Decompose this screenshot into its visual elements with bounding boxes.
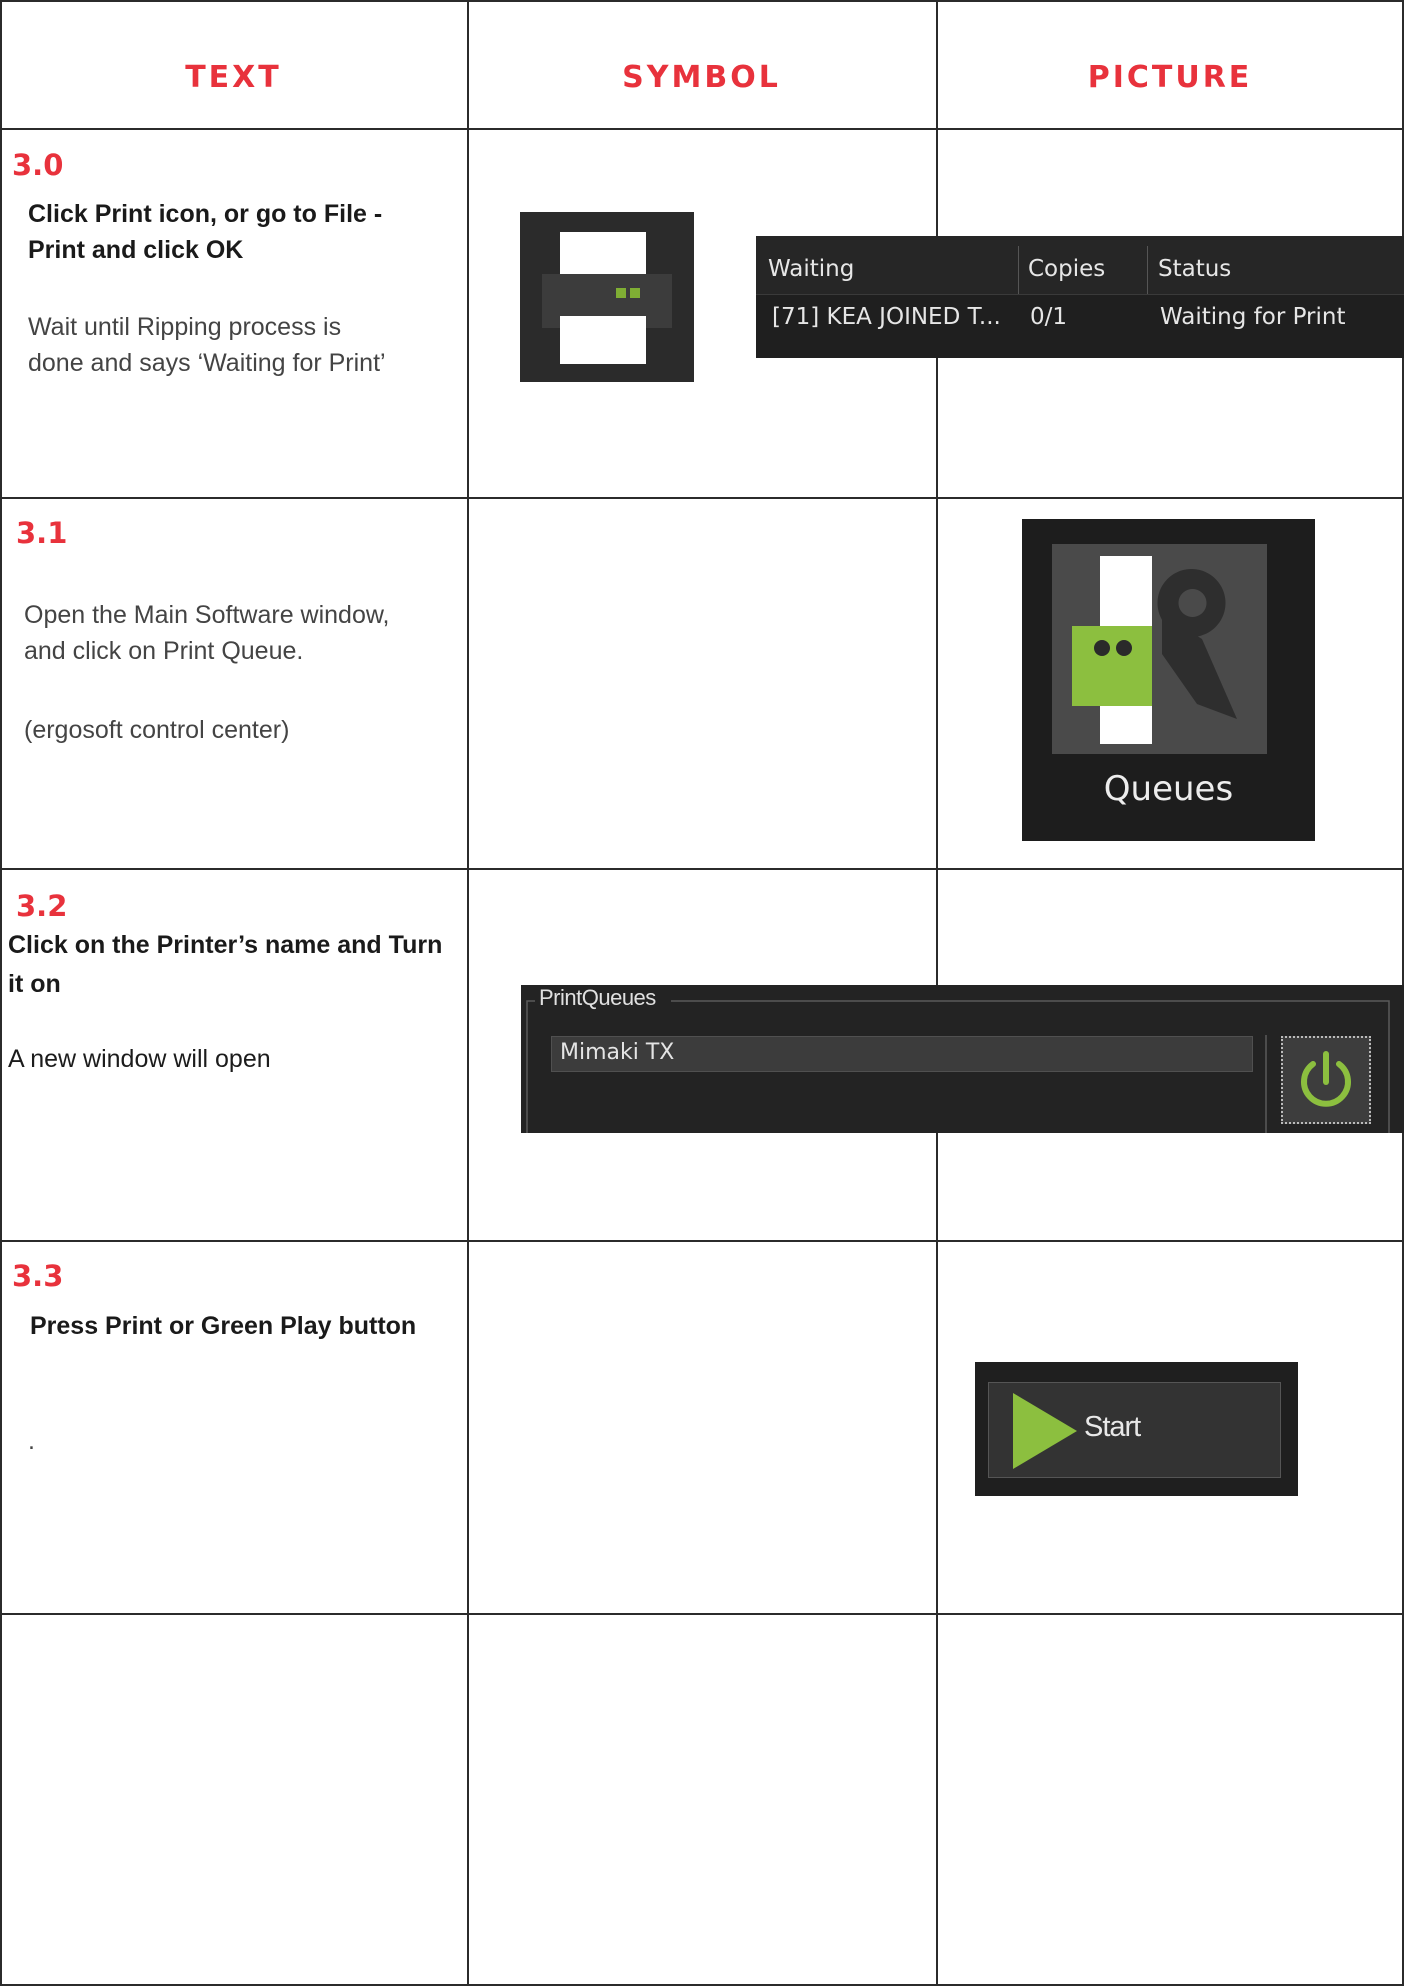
printer-list-item[interactable]: Mimaki TX <box>551 1036 1253 1072</box>
step-3-2-instruction-line-2: it on <box>8 970 61 998</box>
column-separator <box>1018 246 1019 294</box>
step-3-0-instruction-line-2: Print and click OK <box>28 236 244 264</box>
column-header-waiting[interactable]: Waiting <box>768 256 854 282</box>
header-symbol: SYMBOL <box>622 60 781 95</box>
queues-label: Queues <box>1103 769 1234 809</box>
step-3-2-note: A new window will open <box>8 1045 271 1073</box>
power-icon <box>1301 1051 1351 1107</box>
grid-line-left <box>0 0 2 1986</box>
step-3-0-instruction-line-1: Click Print icon, or go to File - <box>28 200 383 228</box>
step-3-1-note-2: (ergosoft control center) <box>24 716 290 744</box>
grid-line-row-4 <box>0 1613 1404 1615</box>
step-number-3-2: 3.2 <box>16 889 68 923</box>
grid-line-top <box>0 0 1404 2</box>
start-button[interactable]: Start <box>988 1382 1281 1478</box>
step-3-2-instruction-line-1: Click on the Printer’s name and Turn <box>8 931 443 959</box>
step-number-3-3: 3.3 <box>12 1259 64 1293</box>
queues-tile[interactable]: Queues <box>1022 519 1315 841</box>
grid-line-row-2 <box>0 868 1404 870</box>
header-picture: PICTURE <box>1087 60 1253 95</box>
print-queues-title: PrintQueues <box>539 985 656 1010</box>
column-separator <box>1147 246 1148 294</box>
status-cell: Waiting for Print <box>1160 304 1346 330</box>
step-3-3-note: . <box>28 1427 35 1455</box>
printer-icon-graphic <box>542 232 672 364</box>
column-header-copies[interactable]: Copies <box>1028 256 1105 282</box>
step-3-1-note-line-1: Open the Main Software window, <box>24 601 390 629</box>
play-icon <box>1013 1393 1077 1469</box>
start-button-panel: Start <box>975 1362 1298 1496</box>
copies-cell: 0/1 <box>1030 304 1068 330</box>
column-header-status[interactable]: Status <box>1158 256 1231 282</box>
step-3-3-instruction: Press Print or Green Play button <box>30 1312 417 1340</box>
header-text: TEXT <box>185 60 282 95</box>
step-number-3-1: 3.1 <box>16 516 68 550</box>
grid-line-row-1 <box>0 497 1404 499</box>
step-3-0-note-line-2: done and says ‘Waiting for Print’ <box>28 349 386 377</box>
start-button-label: Start <box>1084 1411 1141 1443</box>
printer-name: Mimaki TX <box>560 1040 675 1065</box>
grid-line-header <box>0 128 1404 130</box>
step-number-3-0: 3.0 <box>12 148 64 182</box>
printer-icon[interactable] <box>520 212 694 382</box>
queues-icon-graphic <box>1072 556 1237 744</box>
job-name-cell: [71] KEA JOINED T... <box>772 304 1001 330</box>
queues-icon <box>1052 544 1267 754</box>
power-button[interactable] <box>1281 1036 1371 1124</box>
grid-line-row-3 <box>0 1240 1404 1242</box>
print-queue-status-table: Waiting Copies Status [71] KEA JOINED T.… <box>756 236 1404 358</box>
print-queues-panel: PrintQueues Mimaki TX <box>521 985 1404 1133</box>
step-3-0-note-line-1: Wait until Ripping process is <box>28 313 342 341</box>
step-3-1-note-line-2: and click on Print Queue. <box>24 637 304 665</box>
grid-line-col-1 <box>467 0 469 1986</box>
